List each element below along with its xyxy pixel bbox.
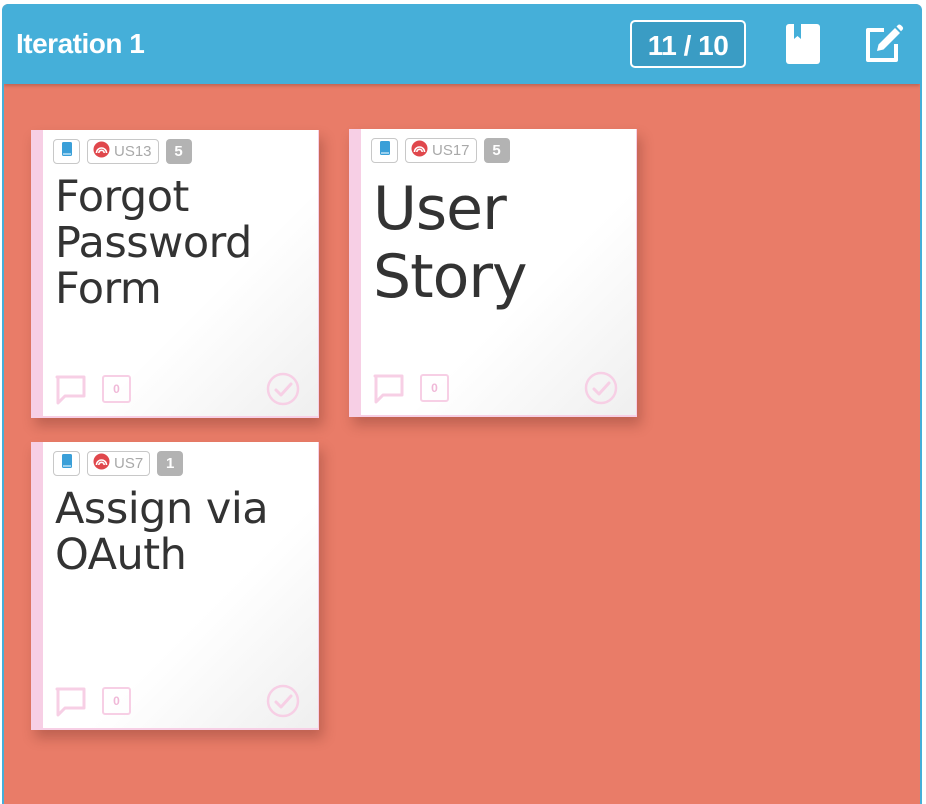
book-icon[interactable] [782,22,824,66]
card-title[interactable]: User Story [373,175,626,311]
story-points-badge[interactable]: 1 [157,451,184,476]
edit-icon[interactable] [862,22,904,66]
comment-icon[interactable] [373,373,405,405]
story-card[interactable]: US13 5 Forgot Password Form 0 [31,130,319,418]
tasks-count[interactable]: 0 [420,374,449,402]
story-id: US13 [114,143,152,160]
story-type-badge[interactable] [371,138,398,163]
comment-icon[interactable] [55,374,87,406]
book-icon [379,140,391,161]
card-title[interactable]: Forgot Password Form [55,174,308,312]
comment-icon[interactable] [55,686,87,718]
card-title-line: Story [373,242,528,312]
story-card[interactable]: US17 5 User Story 0 [349,129,637,417]
card-title-line: OAuth [55,530,187,580]
points-counter[interactable]: 11 / 10 [630,20,746,68]
card-title-line: Form [55,264,162,314]
signal-icon [93,453,110,474]
iteration-header: Iteration 1 11 / 10 [4,4,920,84]
story-type-badge[interactable] [53,451,80,476]
tasks-count[interactable]: 0 [102,687,131,715]
book-icon [61,453,73,474]
check-circle-icon[interactable] [584,371,618,405]
signal-icon [93,141,110,162]
card-title-line: Password [55,218,252,268]
story-id-badge[interactable]: US17 [405,138,477,163]
signal-icon [411,140,428,161]
card-color-stripe [31,130,43,416]
card-color-stripe [31,442,43,728]
card-title-line: Assign via [55,484,269,534]
card-title-line: User [373,174,507,244]
story-points-badge[interactable]: 5 [165,139,192,164]
card-color-stripe [349,129,361,415]
tasks-count[interactable]: 0 [102,375,131,403]
story-card[interactable]: US7 1 Assign via OAuth 0 [31,442,319,730]
iteration-panel: Iteration 1 11 / 10 US13 5 Forgot Passwo… [2,4,922,804]
story-points-badge[interactable]: 5 [483,138,510,163]
check-circle-icon[interactable] [266,372,300,406]
card-title[interactable]: Assign via OAuth [55,486,308,578]
story-id: US17 [432,142,470,159]
story-type-badge[interactable] [53,139,80,164]
iteration-title[interactable]: Iteration 1 [16,28,145,60]
book-icon [61,141,73,162]
story-id: US7 [114,455,144,472]
card-title-line: Forgot [55,172,189,222]
story-id-badge[interactable]: US13 [87,139,159,164]
story-id-badge[interactable]: US7 [87,451,151,476]
check-circle-icon[interactable] [266,684,300,718]
